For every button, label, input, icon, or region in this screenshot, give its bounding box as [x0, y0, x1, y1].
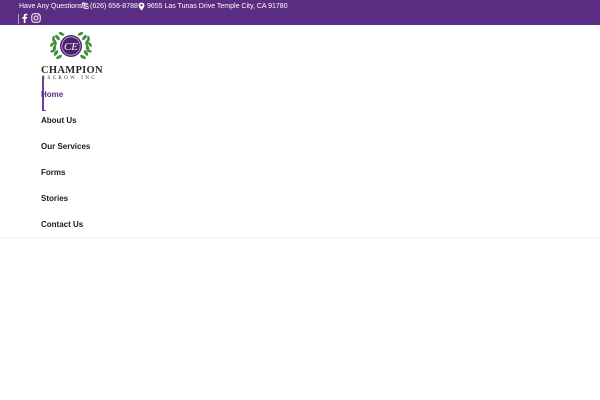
header-shadow [0, 237, 600, 239]
logo-wordmark: CHAMPION ESCROW·INC [41, 65, 103, 82]
facebook-icon[interactable] [21, 13, 28, 25]
logo-emblem: CE [50, 31, 92, 60]
phone-link[interactable]: (626) 656-8788 [90, 3, 138, 11]
nav-item-stories[interactable]: Stories [41, 194, 68, 204]
divider [18, 14, 19, 24]
instagram-icon[interactable] [31, 13, 41, 25]
logo-monogram: CE [64, 41, 78, 53]
map-pin-icon [138, 2, 145, 13]
nav-item-about-us[interactable]: About Us [41, 116, 77, 126]
nav-item-contact-us[interactable]: Contact Us [41, 220, 83, 230]
nav-item-home[interactable]: Home [41, 90, 63, 100]
logo-subtitle: ESCROW·INC [42, 76, 98, 81]
questions-text: Have Any Questions? [19, 3, 87, 10]
top-bar: Have Any Questions? (626) 656-8788 9655 … [0, 0, 600, 25]
nav-item-forms[interactable]: Forms [41, 168, 65, 178]
active-indicator-tick [42, 110, 46, 112]
address-text: 9655 Las Tunas Drive Temple City, CA 917… [147, 3, 288, 10]
phone-icon [81, 2, 89, 12]
nav-item-our-services[interactable]: Our Services [41, 142, 90, 152]
logo-name: CHAMPION [41, 65, 103, 76]
